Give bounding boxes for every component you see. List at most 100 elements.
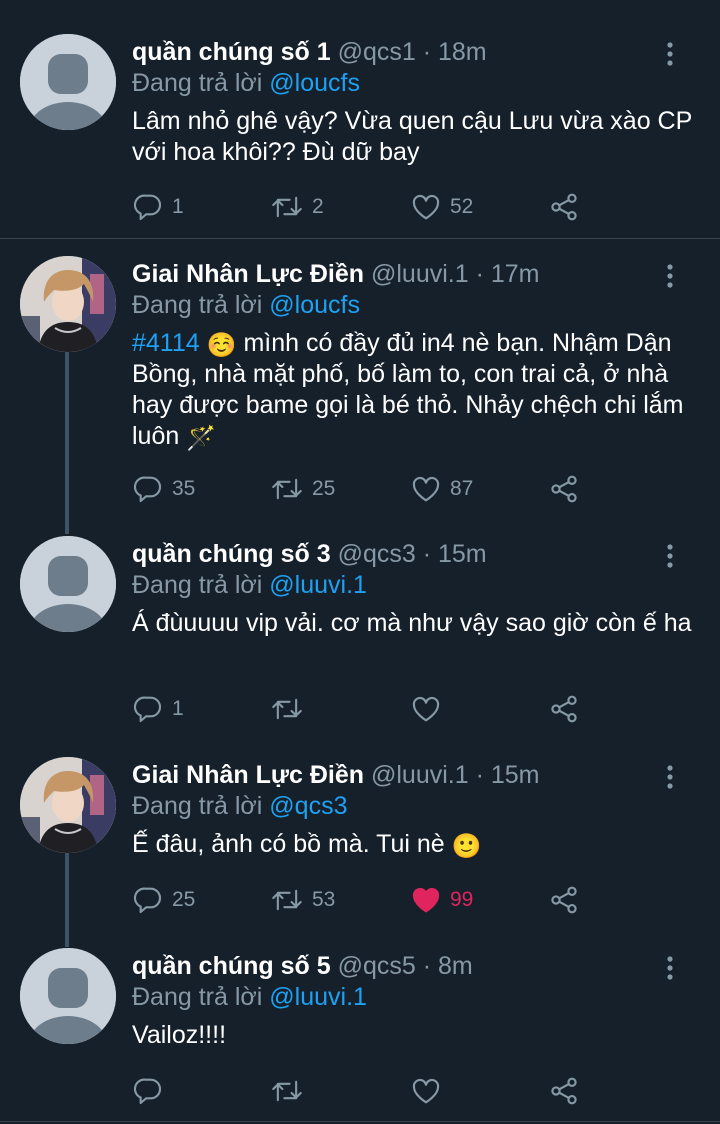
reply-icon [133,194,162,221]
timestamp[interactable]: 17m [491,260,540,288]
profile-photo[interactable] [20,256,116,352]
tweet-header: Giai Nhân Lực Điền @luuvi.1 · 17m [132,256,540,292]
mention-link[interactable]: @qcs3 [269,792,347,820]
share-icon [551,886,577,914]
hashtag-link[interactable]: #4114 [132,329,200,357]
separator-dot: · [422,540,432,568]
more-options-icon[interactable] [658,954,682,982]
heart-icon [412,476,440,502]
tweet-header: Giai Nhân Lực Điền @luuvi.1 · 15m [132,757,540,793]
timestamp[interactable]: 15m [491,761,540,789]
mention-link[interactable]: @loucfs [269,69,360,97]
reply-icon [133,887,162,914]
user-handle[interactable]: @luuvi.1 [371,761,469,789]
replying-to: Đang trả lời @loucfs [132,288,360,322]
heart-icon [412,696,440,722]
more-options-icon[interactable] [658,542,682,570]
retweet-count: 53 [312,888,336,911]
replying-to-label: Đang trả lời [132,792,263,820]
reply-count: 1 [172,195,184,218]
share-button[interactable] [548,1074,580,1108]
reply-count: 35 [172,477,196,500]
reply-icon [133,1078,162,1105]
like-button[interactable] [410,1074,450,1108]
tweet-text: Ế đâu, ảnh có bồ mà. Tui nè [132,830,445,858]
retweet-button[interactable] [270,1074,312,1108]
tweet-actions: 35 25 87 [132,472,592,506]
mention-link[interactable]: @luuvi.1 [269,571,367,599]
tweet-text: Vailoz!!!! [132,1021,227,1049]
retweet-button[interactable]: 53 [270,883,335,917]
reply-button[interactable]: 1 [132,190,184,224]
replying-to-label: Đang trả lời [132,983,263,1011]
tweet-header: quần chúng số 3 @qcs3 · 15m [132,536,487,572]
replying-to-label: Đang trả lời [132,571,263,599]
share-icon [551,1077,577,1105]
share-icon [551,475,577,503]
timestamp[interactable]: 18m [438,38,487,66]
share-button[interactable] [548,190,580,224]
smiling-face-emoji: ☺️ [206,332,237,359]
thread-line [65,853,69,947]
reply-button[interactable]: 25 [132,883,195,917]
user-handle[interactable]: @qcs3 [338,540,416,568]
like-button[interactable]: 52 [410,190,473,224]
mention-link[interactable]: @luuvi.1 [269,983,367,1011]
more-options-icon[interactable] [658,40,682,68]
share-button[interactable] [548,472,580,506]
like-button[interactable] [410,692,450,726]
user-handle[interactable]: @qcs5 [338,952,416,980]
more-options-icon[interactable] [658,262,682,290]
share-icon [551,193,577,221]
more-options-icon[interactable] [658,763,682,791]
reply-button[interactable]: 35 [132,472,195,506]
share-button[interactable] [548,692,580,726]
tweet-text: Lâm nhỏ ghê vậy? Vừa quen cậu Lưu vừa xà… [132,107,692,166]
profile-photo[interactable] [20,757,116,853]
share-icon [551,695,577,723]
mention-link[interactable]: @loucfs [269,291,360,319]
replying-to: Đang trả lời @luuvi.1 [132,980,367,1014]
reply-feed: quần chúng số 1 @qcs1 · 18m Đang trả lời… [0,0,720,1124]
default-avatar[interactable] [20,536,116,632]
retweet-count: 25 [312,477,336,500]
heart-icon [412,194,440,220]
tweet-text: Á đùuuuu vip vải. cơ mà như vậy sao giờ … [132,609,692,637]
heart-icon [412,1078,440,1104]
like-count: 52 [450,195,474,218]
retweet-button[interactable]: 25 [270,472,335,506]
display-name[interactable]: Giai Nhân Lực Điền [132,260,364,288]
separator-dot: · [422,952,432,980]
timestamp[interactable]: 8m [438,952,473,980]
display-name[interactable]: quần chúng số 3 [132,540,331,568]
replying-to: Đang trả lời @loucfs [132,66,360,100]
tweet-divider [0,1121,720,1122]
replying-to-label: Đang trả lời [132,291,263,319]
default-avatar[interactable] [20,34,116,130]
user-handle[interactable]: @luuvi.1 [371,260,469,288]
replying-to-label: Đang trả lời [132,69,263,97]
tweet-header: quần chúng số 5 @qcs5 · 8m [132,948,473,984]
like-button[interactable]: 87 [410,472,473,506]
timestamp[interactable]: 15m [438,540,487,568]
reply-button[interactable] [132,1074,172,1108]
reply-button[interactable]: 1 [132,692,184,726]
retweet-icon [272,1080,302,1102]
display-name[interactable]: quần chúng số 1 [132,38,331,66]
share-button[interactable] [548,883,580,917]
like-button[interactable]: 99 [410,883,473,917]
user-handle[interactable]: @qcs1 [338,38,416,66]
retweet-button[interactable]: 2 [270,190,324,224]
retweet-button[interactable] [270,692,312,726]
display-name[interactable]: Giai Nhân Lực Điền [132,761,364,789]
heart-filled-icon [412,887,440,913]
tweet-text-container: Ế đâu, ảnh có bồ mà. Tui nè 🙂 [132,829,692,860]
like-count: 87 [450,477,474,500]
display-name[interactable]: quần chúng số 5 [132,952,331,980]
reply-icon [133,696,162,723]
tweet-actions: 1 [132,692,592,726]
default-avatar[interactable] [20,948,116,1044]
like-count: 99 [450,888,474,911]
reply-count: 1 [172,697,184,720]
tweet-text-container: #4114 ☺️ mình có đầy đủ in4 nè bạn. Nhậm… [132,328,692,452]
